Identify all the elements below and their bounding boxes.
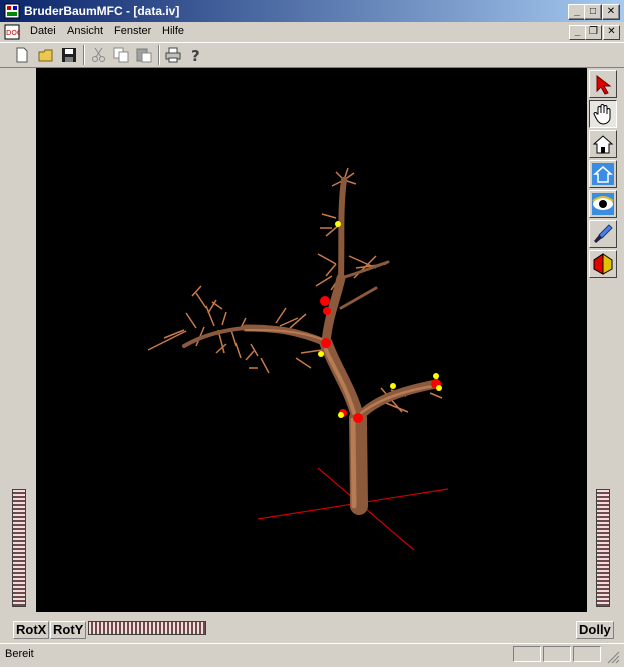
rotx-button[interactable]: RotX — [13, 621, 50, 639]
home-button[interactable] — [589, 130, 617, 158]
close-button[interactable]: ✕ — [602, 4, 620, 20]
pick-arrow-button[interactable] — [589, 70, 617, 98]
3d-viewer[interactable] — [36, 68, 587, 612]
menu-fenster[interactable]: Fenster — [114, 25, 151, 37]
help-icon[interactable]: ? — [186, 45, 206, 65]
seek-button[interactable] — [589, 220, 617, 248]
save-icon[interactable] — [59, 45, 79, 65]
set-home-button[interactable] — [589, 160, 617, 188]
app-icon — [4, 3, 20, 19]
svg-text:?: ? — [191, 47, 200, 65]
left-thumbwheel[interactable] — [12, 489, 26, 607]
document-icon[interactable]: DOC — [4, 24, 22, 40]
tree-highlight — [245, 329, 436, 509]
open-folder-icon[interactable] — [36, 45, 56, 65]
menu-datei[interactable]: Datei — [30, 25, 56, 37]
status-pane — [513, 646, 541, 662]
toolbar-separator — [158, 45, 160, 65]
window-title: BruderBaumMFC - [data.iv] — [24, 4, 180, 18]
paste-icon[interactable] — [134, 45, 154, 65]
roty-button[interactable]: RotY — [50, 621, 87, 639]
svg-text:DOC: DOC — [6, 29, 20, 37]
resize-grip-icon[interactable] — [606, 650, 620, 664]
tree-twigs — [147, 167, 443, 413]
cut-icon[interactable] — [89, 45, 109, 65]
mdi-restore-button[interactable]: ❐ — [585, 25, 602, 40]
mdi-close-button[interactable]: ✕ — [603, 25, 620, 40]
menu-hilfe[interactable]: Hilfe — [162, 25, 184, 37]
status-text: Bereit — [5, 648, 34, 660]
mdi-minimize-button[interactable]: _ — [569, 25, 586, 40]
print-icon[interactable] — [163, 45, 183, 65]
perspective-button[interactable] — [589, 250, 617, 278]
status-pane — [543, 646, 571, 662]
dolly-button[interactable]: Dolly — [576, 621, 614, 639]
hand-view-button[interactable] — [589, 100, 617, 128]
copy-icon[interactable] — [111, 45, 131, 65]
dolly-thumbwheel[interactable] — [596, 489, 610, 607]
maximize-button[interactable]: □ — [584, 4, 602, 20]
view-all-button[interactable] — [589, 190, 617, 218]
bottom-thumbwheel[interactable] — [88, 621, 206, 635]
toolbar-separator — [83, 45, 85, 65]
menu-ansicht[interactable]: Ansicht — [67, 25, 103, 37]
new-file-icon[interactable] — [12, 45, 32, 65]
status-pane — [573, 646, 601, 662]
